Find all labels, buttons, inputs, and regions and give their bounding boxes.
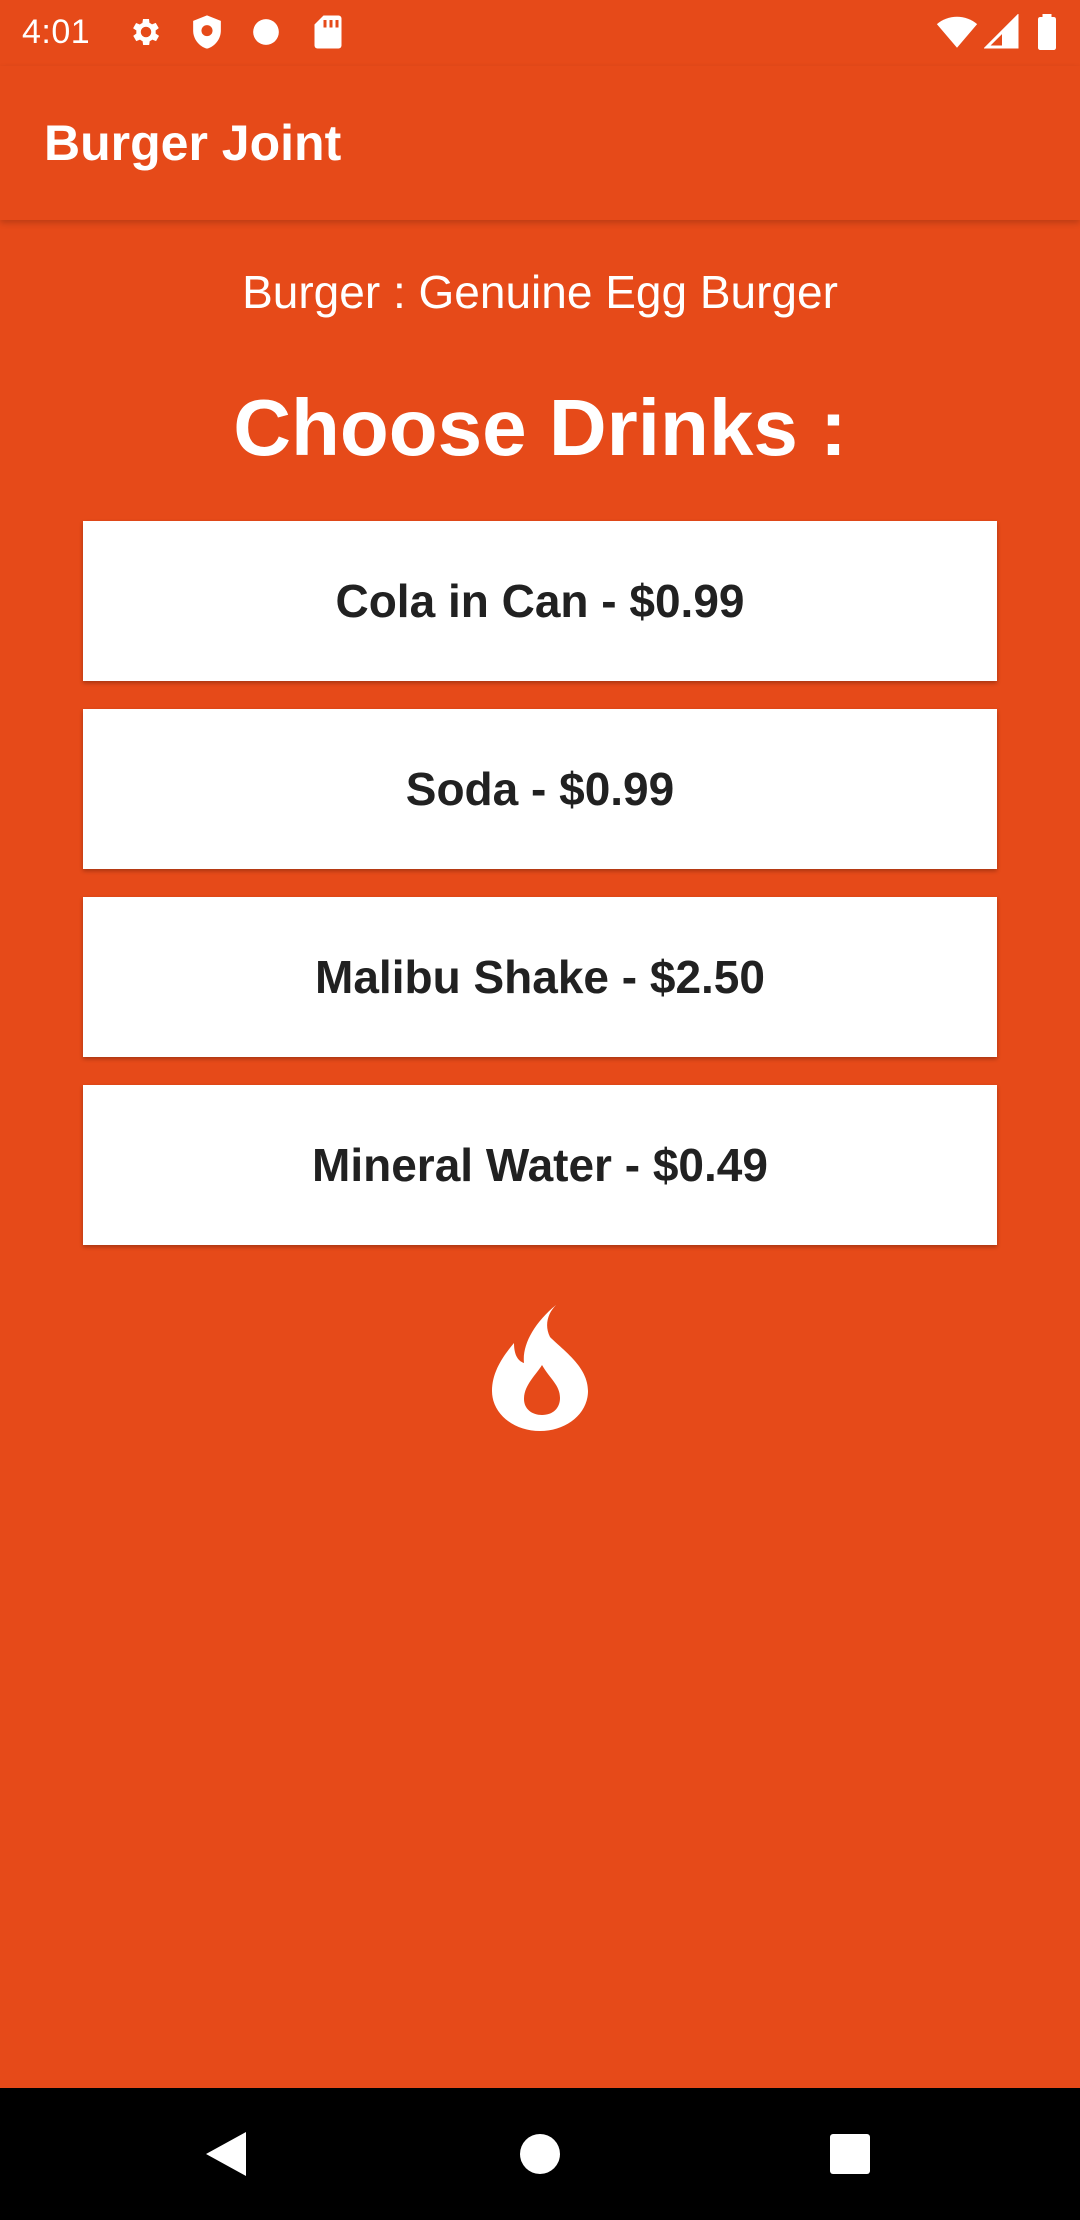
recents-icon[interactable] (784, 2088, 916, 2220)
gear-icon (128, 14, 164, 50)
choose-drinks-heading: Choose Drinks : (233, 383, 847, 472)
app-bar: Burger Joint (0, 66, 1080, 220)
drink-button-soda[interactable]: Soda - $0.99 (83, 709, 997, 869)
selected-burger-text: Burger : Genuine Egg Burger (242, 266, 838, 318)
signal-icon (984, 14, 1020, 50)
back-icon[interactable] (160, 2088, 292, 2220)
status-time: 4:01 (22, 13, 91, 51)
drink-button-malibu-shake[interactable]: Malibu Shake - $2.50 (83, 897, 997, 1057)
drinks-list: Cola in Can - $0.99 Soda - $0.99 Malibu … (83, 521, 997, 1273)
shield-icon (190, 14, 224, 50)
home-icon[interactable] (474, 2088, 606, 2220)
drink-button-cola[interactable]: Cola in Can - $0.99 (83, 521, 997, 681)
drink-button-mineral-water[interactable]: Mineral Water - $0.49 (83, 1085, 997, 1245)
dot-icon (252, 18, 280, 46)
fire-icon (492, 1305, 588, 1431)
navigation-bar (0, 2088, 1080, 2220)
battery-icon (1036, 14, 1058, 50)
status-bar: 4:01 (0, 0, 1080, 66)
wifi-icon (936, 14, 978, 50)
sd-card-icon (312, 14, 344, 50)
app-title: Burger Joint (44, 115, 342, 171)
